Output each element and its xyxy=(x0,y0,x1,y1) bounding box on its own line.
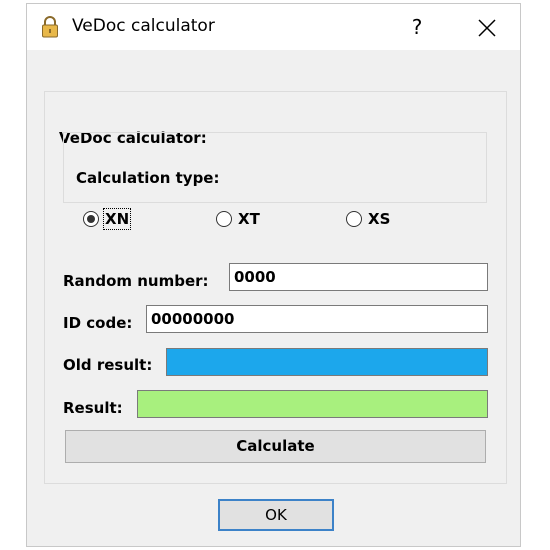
radio-xt-label[interactable]: XT xyxy=(238,210,260,228)
radio-xn[interactable]: XN xyxy=(83,208,132,230)
radio-xt[interactable]: XT xyxy=(216,210,260,228)
old-result-field[interactable] xyxy=(166,348,488,376)
radio-xs-label[interactable]: XS xyxy=(368,210,390,228)
window-title: VeDoc calculator xyxy=(72,16,215,36)
padlock-icon xyxy=(41,16,59,38)
radio-xn-circle[interactable] xyxy=(83,211,99,227)
calculate-button[interactable]: Calculate xyxy=(65,430,486,463)
radio-xs-circle[interactable] xyxy=(346,211,362,227)
result-field[interactable] xyxy=(137,390,488,418)
close-icon xyxy=(478,19,496,37)
radio-selected-dot xyxy=(87,215,95,223)
help-button[interactable]: ? xyxy=(402,10,432,44)
title-bar[interactable]: VeDoc calculator ? xyxy=(27,4,520,50)
ok-button[interactable]: OK xyxy=(218,499,334,531)
random-number-input[interactable]: 0000 xyxy=(229,263,488,291)
close-button[interactable] xyxy=(467,10,507,44)
id-code-label: ID code: xyxy=(63,314,133,332)
old-result-label: Old result: xyxy=(63,356,153,374)
vedoc-dialog-window: VeDoc calculator ? VeDoc calculator: Cal… xyxy=(26,3,521,547)
calculation-type-groupbox xyxy=(63,132,487,203)
calculation-type-label: Calculation type: xyxy=(74,169,222,187)
id-code-input[interactable]: 00000000 xyxy=(146,305,488,333)
result-label: Result: xyxy=(63,399,123,417)
random-number-label: Random number: xyxy=(63,272,209,290)
radio-xs[interactable]: XS xyxy=(346,210,390,228)
radio-xn-label[interactable]: XN xyxy=(102,208,132,230)
radio-xt-circle[interactable] xyxy=(216,211,232,227)
